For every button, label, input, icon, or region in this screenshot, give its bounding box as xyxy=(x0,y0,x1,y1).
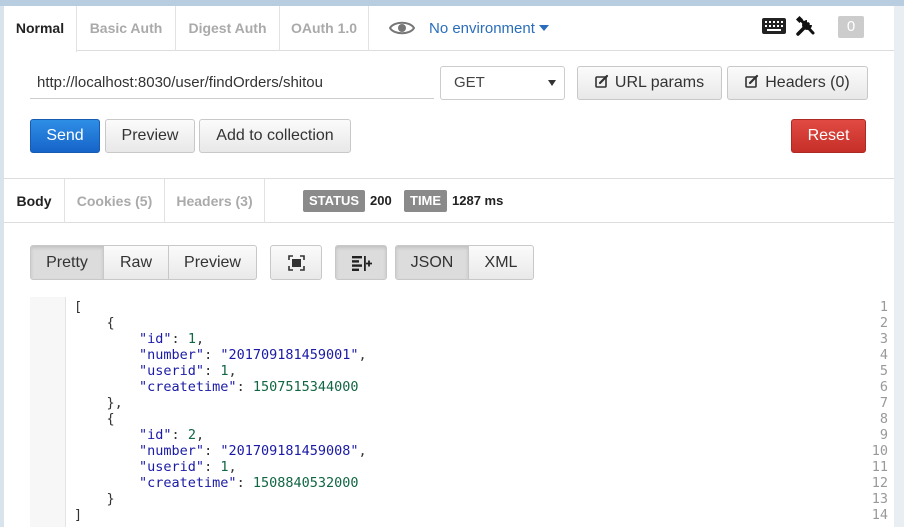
line-number: 13 xyxy=(871,491,888,507)
edit-icon xyxy=(595,75,608,89)
view-preview-button[interactable]: Preview xyxy=(169,246,256,279)
tab-response-headers[interactable]: Headers (3) xyxy=(165,179,265,223)
code-line: "userid": 1, xyxy=(139,459,237,475)
preview-button[interactable]: Preview xyxy=(105,119,195,153)
code-line: } xyxy=(74,491,115,507)
code-line: "createtime": 1508840532000 xyxy=(139,475,359,491)
line-number: 5 xyxy=(879,363,888,379)
tab-normal[interactable]: Normal xyxy=(4,6,77,52)
code-line: "userid": 1, xyxy=(139,363,237,379)
format-group: JSON XML xyxy=(395,245,534,280)
send-button[interactable]: Send xyxy=(30,119,100,153)
view-pretty-button[interactable]: Pretty xyxy=(31,246,104,279)
window-left-border xyxy=(0,6,4,527)
code-line: { xyxy=(74,411,115,427)
tab-body[interactable]: Body xyxy=(4,179,65,223)
code-line: [ xyxy=(74,299,83,315)
url-input[interactable] xyxy=(30,66,434,99)
url-params-button[interactable]: URL params xyxy=(577,66,722,100)
status-badge: STATUS xyxy=(303,190,366,212)
format-xml-button[interactable]: XML xyxy=(469,246,533,279)
caret-down-icon[interactable] xyxy=(539,25,549,31)
format-json-button[interactable]: JSON xyxy=(396,246,469,279)
line-number: 2 xyxy=(879,315,888,331)
status-value: 200 xyxy=(370,193,392,208)
code-line: "id": 2, xyxy=(139,427,205,443)
tab-oauth[interactable]: OAuth 1.0 xyxy=(280,6,369,51)
line-number: 6 xyxy=(879,379,888,395)
auth-tab-bar: Normal Basic Auth Digest Auth OAuth 1.0 … xyxy=(4,6,894,52)
headers-label: Headers (0) xyxy=(765,74,850,91)
tab-basic-auth[interactable]: Basic Auth xyxy=(77,6,176,51)
code-line: }, xyxy=(74,395,123,411)
line-number: 14 xyxy=(871,507,888,523)
line-number-gutter xyxy=(30,297,66,527)
code-line: "number": "201709181459008", xyxy=(139,443,367,459)
line-number: 3 xyxy=(879,331,888,347)
add-to-collection-button[interactable]: Add to collection xyxy=(199,119,351,153)
method-value: GET xyxy=(454,74,485,91)
code-line: { xyxy=(74,315,115,331)
code-line: ] xyxy=(74,507,83,523)
notification-badge[interactable]: 0 xyxy=(838,16,864,38)
wrap-lines-button[interactable] xyxy=(335,245,387,280)
line-number: 9 xyxy=(879,427,888,443)
window-scrollbar-track[interactable] xyxy=(894,6,904,527)
line-number: 4 xyxy=(879,347,888,363)
code-line: "number": "201709181459001", xyxy=(139,347,367,363)
tab-digest-auth[interactable]: Digest Auth xyxy=(176,6,280,51)
code-line: "createtime": 1507515344000 xyxy=(139,379,359,395)
tab-cookies[interactable]: Cookies (5) xyxy=(65,179,165,223)
url-params-label: URL params xyxy=(614,74,705,91)
settings-tools-icon[interactable] xyxy=(795,15,817,37)
code-line: "id": 1, xyxy=(139,331,205,347)
reset-button[interactable]: Reset xyxy=(791,119,866,153)
fullscreen-button[interactable] xyxy=(270,245,322,280)
response-tab-bar: Body Cookies (5) Headers (3) STATUS 200 … xyxy=(4,179,894,223)
method-select[interactable]: GET xyxy=(440,66,565,100)
environment-label[interactable]: No environment xyxy=(429,6,535,51)
edit-icon xyxy=(745,75,759,89)
time-value: 1287 ms xyxy=(452,193,504,208)
line-number: 7 xyxy=(879,395,888,411)
eye-icon[interactable] xyxy=(389,18,415,38)
line-number: 1 xyxy=(879,299,888,315)
view-mode-group: Pretty Raw Preview xyxy=(30,245,257,280)
keyboard-icon[interactable] xyxy=(761,17,787,35)
headers-button[interactable]: Headers (0) xyxy=(727,66,868,100)
view-raw-button[interactable]: Raw xyxy=(104,246,169,279)
fullscreen-icon xyxy=(288,255,305,271)
line-number: 8 xyxy=(879,411,888,427)
select-arrow-icon xyxy=(548,80,556,86)
line-number: 11 xyxy=(871,459,888,475)
wrap-lines-icon xyxy=(352,256,372,271)
time-badge: TIME xyxy=(404,190,448,212)
response-body-viewer[interactable]: 1 [2 {3 "id": 1, 4 "number": "201709181459… xyxy=(30,297,894,527)
line-number: 12 xyxy=(871,475,888,491)
line-number: 10 xyxy=(871,443,888,459)
